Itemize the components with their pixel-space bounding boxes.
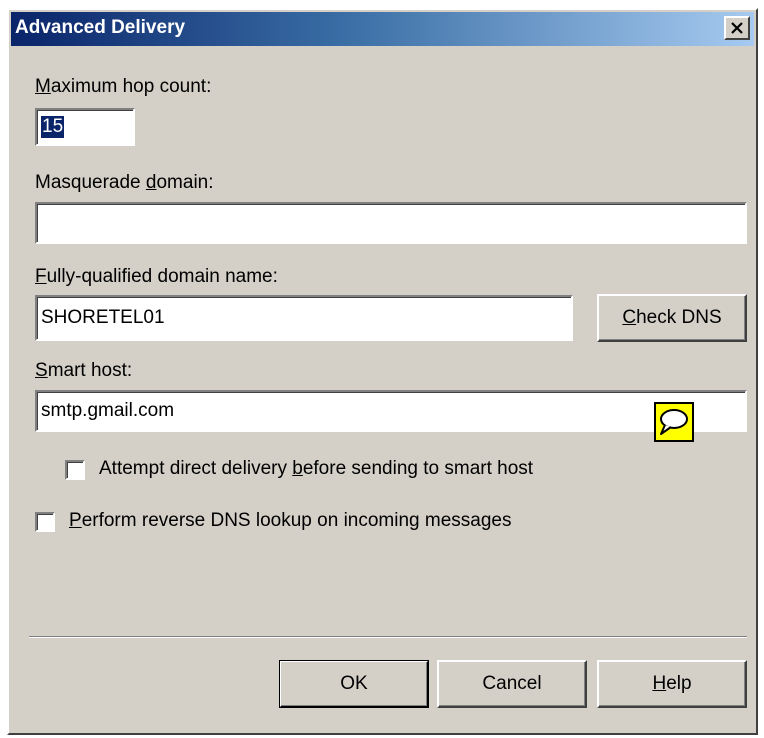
close-icon (731, 22, 743, 34)
divider (29, 636, 747, 638)
cancel-label: Cancel (482, 673, 542, 694)
hop-count-label: Maximum hop count: (35, 76, 212, 97)
reverse-dns-checkbox[interactable] (35, 512, 55, 532)
dialog-title: Advanced Delivery (15, 17, 186, 38)
help-button[interactable]: Help (597, 660, 747, 708)
hop-count-value: 15 (41, 116, 65, 138)
speech-bubble-icon (660, 409, 688, 435)
hop-count-input[interactable]: 15 (35, 108, 135, 146)
comment-bubble-icon[interactable] (654, 402, 694, 442)
smart-host-value: smtp.gmail.com (41, 400, 175, 421)
fqdn-label: Fully-qualified domain name: (35, 266, 278, 287)
check-dns-button[interactable]: Check DNS (597, 294, 747, 342)
advanced-delivery-dialog: Advanced Delivery Maximum hop count: 15 … (7, 8, 758, 735)
title-bar[interactable]: Advanced Delivery (11, 12, 754, 46)
masquerade-domain-label: Masquerade domain: (35, 172, 214, 193)
smart-host-input[interactable]: smtp.gmail.com (35, 390, 747, 432)
ok-button[interactable]: OK (279, 660, 429, 708)
close-button[interactable] (724, 16, 750, 40)
fqdn-input[interactable]: SHORETEL01 (35, 295, 573, 341)
direct-delivery-checkbox[interactable] (65, 460, 85, 480)
direct-delivery-label[interactable]: Attempt direct delivery before sending t… (99, 458, 533, 480)
ok-label: OK (340, 673, 368, 694)
help-label: Help (652, 673, 692, 694)
masquerade-domain-input[interactable] (35, 202, 747, 244)
smart-host-label: Smart host: (35, 360, 133, 381)
check-dns-label: Check DNS (622, 307, 722, 328)
cancel-button[interactable]: Cancel (437, 660, 587, 708)
reverse-dns-label[interactable]: Perform reverse DNS lookup on incoming m… (69, 510, 511, 532)
fqdn-value: SHORETEL01 (41, 307, 165, 328)
